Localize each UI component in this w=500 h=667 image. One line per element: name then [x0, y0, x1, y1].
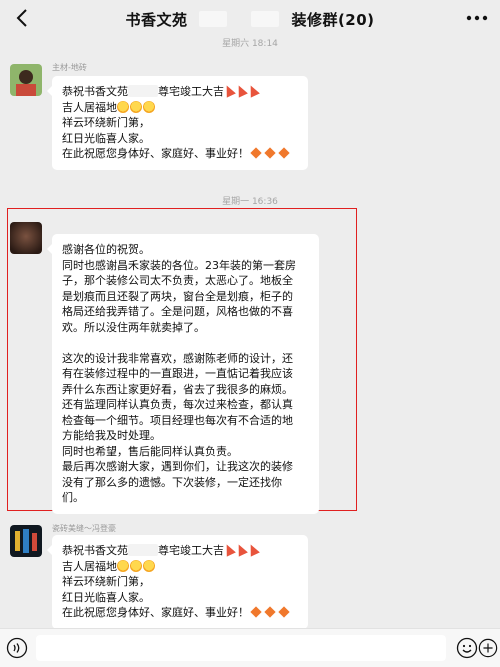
sender-name: 主材-地砖 — [52, 63, 87, 72]
avatar[interactable] — [10, 64, 42, 96]
emoji-icon — [143, 559, 155, 572]
back-arrow-icon[interactable] — [10, 6, 34, 30]
party-popper-icon — [234, 83, 248, 98]
message: 瓷砖美缝～冯登豪 恭祝书香文苑 尊宅竣工大吉 吉人居福地 祥云环绕新门第， 红日光… — [10, 524, 490, 630]
party-popper-icon — [234, 542, 248, 557]
message: 感谢各位的祝贺。 同时也感谢昌禾家装的各位。23年装的第一套房 子，那个装修公司… — [10, 222, 490, 514]
diamond-icon — [264, 147, 276, 159]
emoji-icon — [130, 100, 142, 113]
more-icon[interactable] — [464, 6, 490, 30]
voice-icon[interactable] — [6, 637, 28, 659]
party-popper-icon — [246, 542, 260, 557]
chat-title: 书香文苑 装修群(20) — [125, 10, 375, 29]
chat-header: 书香文苑 装修群(20) — [0, 0, 500, 38]
message-bubble[interactable]: 恭祝书香文苑 尊宅竣工大吉 吉人居福地 祥云环绕新门第， 红日光临喜人家。 在此祝… — [47, 76, 308, 170]
redacted-block — [199, 11, 228, 27]
timestamp: 星期一 16:36 — [222, 197, 278, 207]
emoji-icon — [143, 100, 155, 113]
timestamp: 星期六 18:14 — [222, 39, 278, 49]
sender-name: 瓷砖美缝～冯登豪 — [52, 524, 116, 533]
input-bar — [0, 628, 500, 667]
emoji-icon — [117, 559, 129, 572]
message: 主材-地砖 恭祝书香文苑 尊宅竣工大吉 吉人居福地 祥云环绕新门第， 红日光临喜人… — [10, 63, 490, 174]
message-bubble[interactable]: 感谢各位的祝贺。 同时也感谢昌禾家装的各位。23年装的第一套房 子，那个装修公司… — [47, 234, 319, 514]
party-popper-icon — [246, 83, 260, 98]
party-popper-icon — [222, 542, 236, 557]
emoji-icon — [130, 559, 142, 572]
redacted-block — [251, 11, 280, 27]
plus-icon[interactable] — [478, 637, 500, 659]
diamond-icon — [264, 606, 276, 618]
diamond-icon — [250, 147, 262, 159]
diamond-icon — [278, 606, 290, 618]
emoji-icon[interactable] — [456, 637, 478, 659]
avatar[interactable] — [10, 222, 42, 254]
message-bubble[interactable]: 恭祝书香文苑 尊宅竣工大吉 吉人居福地 祥云环绕新门第， 红日光临喜人家。 在此祝… — [47, 535, 308, 629]
emoji-icon — [117, 100, 129, 113]
avatar[interactable] — [10, 525, 42, 557]
diamond-icon — [250, 606, 262, 618]
diamond-icon — [278, 147, 290, 159]
party-popper-icon — [222, 83, 236, 98]
message-input[interactable] — [36, 635, 446, 661]
